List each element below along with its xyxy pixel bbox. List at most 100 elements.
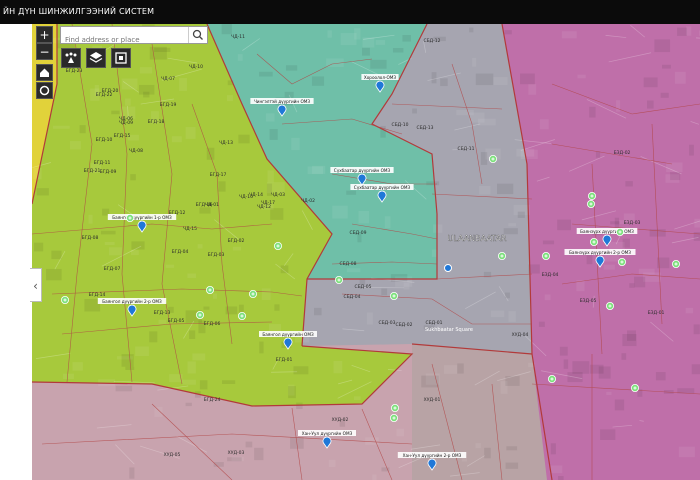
basemap-button[interactable] — [111, 48, 131, 68]
khoroo-label: СБД-04 — [343, 294, 360, 300]
clinic-heart-marker[interactable] — [205, 285, 214, 294]
clinic-heart-marker[interactable] — [389, 413, 398, 422]
khoroo-label: БГД-02 — [228, 238, 245, 244]
khoroo-label: СБД-05 — [354, 284, 371, 290]
khoroo-label: БГД-21 — [84, 168, 101, 174]
khoroo-label: ХУД-04 — [512, 332, 529, 338]
zoom-in-button[interactable]: + — [36, 26, 53, 43]
zoom-out-button[interactable]: − — [36, 43, 53, 60]
khoroo-label: ЧД-14 — [249, 192, 263, 198]
clinic-heart-marker[interactable] — [126, 213, 135, 222]
khoroo-label: СБД-10 — [391, 122, 408, 128]
search-box[interactable] — [60, 26, 208, 48]
station-label: Баянгол дүүргийн 2-р ОМЗ — [102, 299, 162, 304]
station-label: Хан-Уул дүүргийн ОМЗ — [302, 431, 353, 436]
clinic-heart-marker[interactable] — [672, 259, 681, 268]
city-label: ULAANBAATAR — [448, 234, 507, 243]
station-label: Хороолол-ОМЗ — [364, 75, 397, 80]
layers-button[interactable] — [86, 48, 106, 68]
clinic-heart-marker[interactable] — [588, 191, 597, 200]
clinic-plus-marker[interactable] — [616, 227, 625, 236]
station-label: Баянзүрх дүүргийн ОМЗ — [580, 229, 634, 234]
panel-collapse-button[interactable]: ‹ — [30, 268, 42, 302]
clinic-heart-marker[interactable] — [587, 199, 596, 208]
clinic-heart-marker[interactable] — [497, 251, 506, 260]
clinic-heart-marker[interactable] — [631, 383, 640, 392]
app-title-bar: ЙН ДҮН ШИНЖИЛГЭЭНИЙ СИСТЕМ — [0, 0, 700, 24]
app-title: ЙН ДҮН ШИНЖИЛГЭЭНИЙ СИСТЕМ — [3, 7, 155, 16]
station-label: Сүхбаатар дүүргийн ОМЗ — [354, 185, 411, 190]
khoroo-label: БГД-18 — [148, 119, 165, 125]
station-label: Баянгол дүүргийн 1-р ОМЗ — [112, 215, 172, 220]
map-view[interactable]: ЧД-11 ЧД-10 ЧД-07 ЧД-08 ЧД-06 ЧД-09 ЧД-13 ЧД-16… — [32, 24, 700, 480]
zoom-out-icon: − — [39, 45, 50, 59]
khoroo-label: БЗД-03 — [624, 220, 641, 226]
khoroo-label: ЧД-10 — [189, 64, 203, 70]
clinic-plus-marker[interactable] — [618, 257, 627, 266]
khoroo-label: СБД-08 — [339, 261, 356, 267]
clinic-heart-marker[interactable] — [606, 301, 615, 310]
khoroo-label: БГД-17 — [210, 172, 227, 178]
khoroo-label: СБД-11 — [457, 146, 474, 152]
khoroo-label: БГД-19 — [160, 102, 177, 108]
khoroo-label: БГД-20 — [102, 88, 119, 94]
clinic-heart-marker[interactable] — [237, 311, 246, 320]
basemap-icon — [115, 52, 127, 64]
clinic-heart-marker[interactable] — [60, 295, 69, 304]
legend-button[interactable] — [61, 48, 81, 68]
khoroo-label: СБД-01 — [425, 320, 442, 326]
khoroo-label: СБД-02 — [395, 322, 412, 328]
clinic-heart-marker[interactable] — [590, 237, 599, 246]
khoroo-label: БГД-01 — [276, 357, 293, 363]
clinic-heart-marker[interactable] — [488, 154, 497, 163]
clinic-plus-marker[interactable] — [248, 289, 257, 298]
clinic-plus-marker[interactable] — [334, 275, 343, 284]
clinic-heart-marker[interactable] — [389, 291, 398, 300]
station-label: Чингэлтэй дүүргийн ОМЗ — [254, 99, 310, 104]
khoroo-label: БЗД-05 — [580, 298, 597, 304]
khoroo-label: БЗД-02 — [614, 150, 631, 156]
clinic-heart-marker[interactable] — [390, 403, 399, 412]
station-label: Баянзүрх дүүргийн 2-р ОМЗ — [569, 250, 631, 255]
landmark-label: Sukhbaatar Square — [425, 327, 473, 333]
clinic-heart-marker[interactable] — [548, 374, 557, 383]
khoroo-label: ХУД-02 — [332, 417, 349, 423]
home-button[interactable] — [36, 64, 53, 81]
station-label: Хан-Уул дүүргийн 2-р ОМЗ — [403, 453, 462, 458]
search-input[interactable] — [61, 32, 191, 48]
khoroo-label: СБД-03 — [378, 320, 395, 326]
khoroo-label: ЧД-03 — [271, 192, 285, 198]
layers-icon — [89, 52, 103, 63]
search-button[interactable] — [188, 27, 207, 43]
collapse-arrow-icon: ‹ — [33, 279, 38, 293]
khoroo-label: ХУД-03 — [228, 450, 245, 456]
khoroo-label: БГД-03 — [208, 252, 225, 258]
khoroo-label: СБД-09 — [349, 230, 366, 236]
khoroo-label: ХУД-01 — [424, 397, 441, 403]
search-icon — [192, 29, 203, 40]
khoroo-label: ЧД-07 — [161, 76, 175, 82]
khoroo-label: БГД-13 — [154, 310, 171, 316]
locate-button[interactable] — [36, 82, 53, 99]
khoroo-label: БГД-14 — [89, 292, 106, 298]
clinic-heart-marker[interactable] — [195, 310, 204, 319]
khoroo-label: ЧД-08 — [129, 148, 143, 154]
khoroo-label: ЧД-09 — [119, 120, 133, 126]
khoroo-label: БГД-04 — [172, 249, 189, 255]
map-canvas[interactable]: ЧД-11ЧД-10ЧД-07ЧД-08ЧД-06ЧД-09ЧД-13ЧД-16… — [32, 24, 700, 480]
locate-icon — [39, 85, 50, 96]
khoroo-label: БГД-10 — [96, 137, 113, 143]
current-location-marker[interactable] — [444, 264, 452, 272]
clinic-heart-marker[interactable] — [273, 241, 282, 250]
khoroo-label: БГД-24 — [204, 397, 221, 403]
khoroo-label: ЧД-02 — [301, 198, 315, 204]
left-panel — [0, 24, 32, 480]
clinic-heart-marker[interactable] — [541, 251, 550, 260]
legend-icon — [65, 52, 77, 63]
khoroo-label: БГД-09 — [100, 169, 117, 175]
station-label: Сүхбаатар дүүргийн ОМЗ — [334, 168, 391, 173]
khoroo-label: СБД-13 — [416, 125, 433, 131]
khoroo-label: ХУД-05 — [164, 452, 181, 458]
khoroo-label: БГД-11 — [94, 160, 111, 166]
khoroo-label: БГД-16 — [196, 202, 213, 208]
